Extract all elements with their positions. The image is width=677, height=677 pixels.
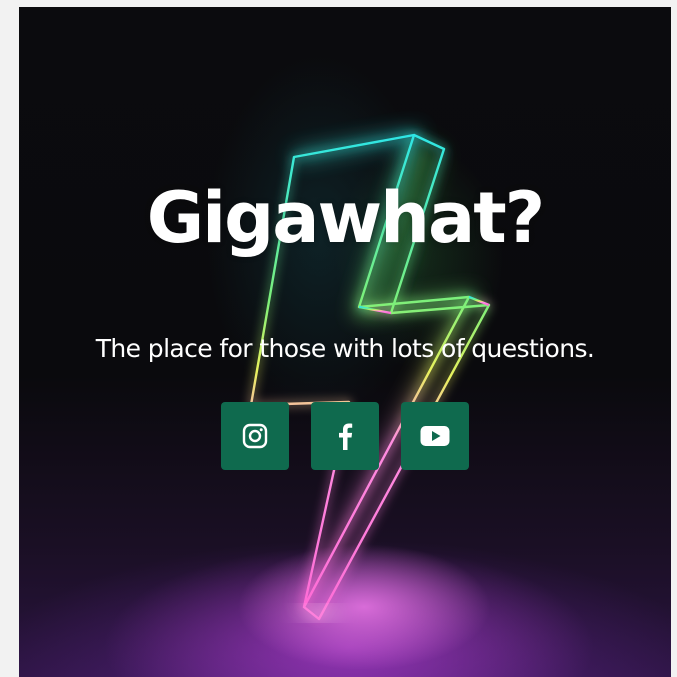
hero-headline: Gigawhat? — [146, 177, 546, 259]
facebook-icon — [339, 423, 353, 450]
facebook-button[interactable] — [311, 402, 379, 470]
hero-banner: Gigawhat? The place for those with lots … — [19, 7, 671, 677]
instagram-icon — [242, 423, 268, 449]
youtube-button[interactable] — [401, 402, 469, 470]
youtube-icon — [420, 426, 450, 446]
social-links — [19, 402, 671, 470]
instagram-button[interactable] — [221, 402, 289, 470]
hero-tagline: The place for those with lots of questio… — [95, 334, 595, 363]
